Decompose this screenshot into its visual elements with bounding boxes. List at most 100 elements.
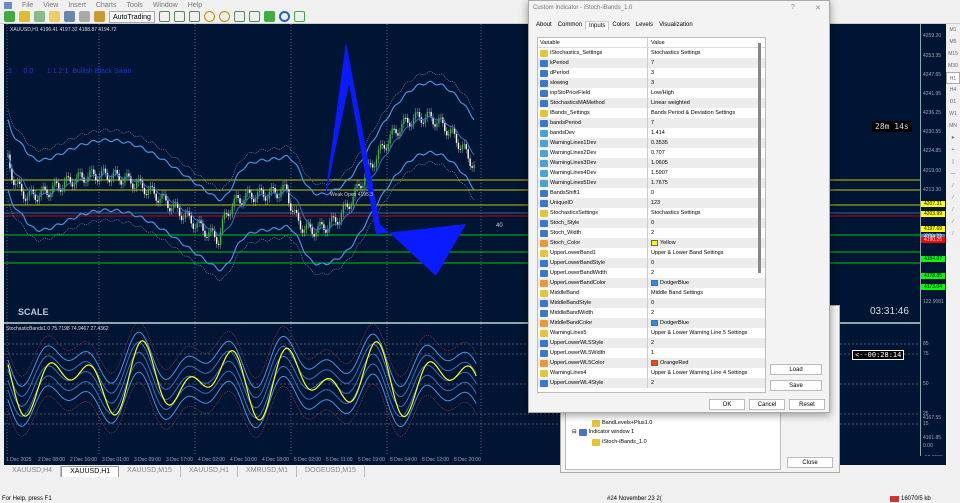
- timeframe-h4[interactable]: H4: [946, 84, 960, 96]
- param-value[interactable]: 3: [651, 68, 654, 78]
- timeframe-mn[interactable]: MN: [946, 120, 960, 132]
- menu-file[interactable]: File: [22, 2, 33, 9]
- inputs-table[interactable]: Variable Value iStochastics_Settings Stoch…: [537, 37, 766, 393]
- profiles-icon[interactable]: [19, 11, 30, 22]
- param-value[interactable]: Upper & Lower Warning Line 4 Settings: [651, 368, 747, 378]
- param-value[interactable]: 0.707: [651, 148, 665, 158]
- timeframe-m30[interactable]: M30: [946, 60, 960, 72]
- input-row[interactable]: dPeriod 3: [538, 68, 765, 78]
- dialog-tab-common[interactable]: Common: [555, 21, 585, 30]
- input-row[interactable]: UpperLowerBand1 Upper & Lower Band Settin…: [538, 248, 765, 258]
- dialog-tab-visualization[interactable]: Visualization: [656, 21, 696, 30]
- line-chart-icon[interactable]: [188, 11, 200, 22]
- menu-insert[interactable]: Insert: [68, 2, 86, 9]
- input-row[interactable]: Stoch_Style 0: [538, 218, 765, 228]
- table-scrollbar[interactable]: [758, 43, 761, 273]
- timeframe-w1[interactable]: W1: [946, 108, 960, 120]
- param-value[interactable]: 2: [651, 338, 654, 348]
- param-value[interactable]: 2: [651, 308, 654, 318]
- input-row[interactable]: UniqueID 123: [538, 198, 765, 208]
- input-row[interactable]: StochasticsMAMethod Linear weighted: [538, 98, 765, 108]
- param-value[interactable]: 1: [651, 348, 654, 358]
- autotrading-button[interactable]: AutoTrading: [109, 10, 155, 23]
- timeframe-m1[interactable]: M1: [946, 24, 960, 36]
- dialog-tab-levels[interactable]: Levels: [633, 21, 656, 30]
- text-tool-icon[interactable]: ⁄: [946, 216, 960, 228]
- input-row[interactable]: WarningLines3Dev 1.0605: [538, 158, 765, 168]
- input-row[interactable]: WarningLines5 Upper & Lower Warning Line …: [538, 328, 765, 338]
- fibo-tool-icon[interactable]: ⁄: [946, 204, 960, 216]
- cancel-button[interactable]: Cancel: [749, 399, 785, 410]
- param-value[interactable]: 123: [651, 198, 660, 208]
- input-row[interactable]: slowing 3: [538, 78, 765, 88]
- ok-button[interactable]: OK: [709, 399, 745, 410]
- menu-charts[interactable]: Charts: [96, 2, 117, 9]
- close-button[interactable]: Close: [787, 457, 833, 468]
- input-row[interactable]: WarningLines4 Upper & Lower Warning Line …: [538, 368, 765, 378]
- timeframe-m5[interactable]: M5: [946, 36, 960, 48]
- param-value[interactable]: OrangeRed: [660, 358, 688, 368]
- timeframe-h1[interactable]: H1: [946, 72, 960, 84]
- bar-chart-icon[interactable]: [158, 11, 170, 22]
- market-watch-icon[interactable]: [34, 11, 45, 22]
- periods-icon[interactable]: [278, 11, 290, 22]
- load-button[interactable]: Load: [770, 364, 822, 375]
- input-row[interactable]: UpperLowerWL5Width 1: [538, 348, 765, 358]
- param-value[interactable]: DodgerBlue: [660, 278, 689, 288]
- crosshair-tool-icon[interactable]: +: [946, 144, 960, 156]
- timeframe-m15[interactable]: M15: [946, 48, 960, 60]
- input-row[interactable]: MiddleBandWidth 2: [538, 308, 765, 318]
- dialog-tab-about[interactable]: About: [533, 21, 555, 30]
- input-row[interactable]: WarningLines4Dev 1.5907: [538, 168, 765, 178]
- input-row[interactable]: kPeriod 7: [538, 58, 765, 68]
- param-value[interactable]: Low/High: [651, 88, 674, 98]
- param-value[interactable]: DodgerBlue: [660, 318, 689, 328]
- input-row[interactable]: bandsPeriod 7: [538, 118, 765, 128]
- input-row[interactable]: WarningLines5Dev 1.7675: [538, 178, 765, 188]
- chart-tab[interactable]: XAUUSD,H1: [61, 466, 120, 477]
- param-value[interactable]: Upper & Lower Band Settings: [651, 248, 723, 258]
- chart-tab[interactable]: XAUUSD,M15: [119, 466, 181, 477]
- zoom-out-icon[interactable]: [218, 11, 230, 22]
- input-row[interactable]: Stoch_Width 2: [538, 228, 765, 238]
- chart-tab[interactable]: XAUUSD,H4: [4, 466, 62, 477]
- input-row[interactable]: Stoch_Color Yellow: [538, 238, 765, 248]
- input-row[interactable]: MiddleBand Middle Band Settings: [538, 288, 765, 298]
- param-value[interactable]: Upper & Lower Warning Line 5 Settings: [651, 328, 747, 338]
- param-value[interactable]: Bands Period & Deviation Settings: [651, 108, 735, 118]
- zoom-in-icon[interactable]: [203, 11, 215, 22]
- tree-item-istoch[interactable]: iStoch-iBands_1.0: [592, 439, 647, 446]
- tester-icon[interactable]: [79, 11, 90, 22]
- chart-tab[interactable]: XAUUSD,H1: [181, 466, 238, 477]
- vline-tool-icon[interactable]: |: [946, 156, 960, 168]
- input-row[interactable]: UpperLowerWL5Style 2: [538, 338, 765, 348]
- terminal-icon[interactable]: [64, 11, 75, 22]
- param-value[interactable]: 2: [651, 378, 654, 388]
- trendline-tool-icon[interactable]: ⁄: [946, 180, 960, 192]
- candlestick-icon[interactable]: [173, 11, 185, 22]
- input-row[interactable]: WarningLines2Dev 0.707: [538, 148, 765, 158]
- input-row[interactable]: WarningLines1Dev 0.3535: [538, 138, 765, 148]
- param-value[interactable]: Linear weighted: [651, 98, 690, 108]
- param-value[interactable]: 2: [651, 268, 654, 278]
- input-row[interactable]: MiddleBandStyle 0: [538, 298, 765, 308]
- menu-window[interactable]: Window: [153, 2, 178, 9]
- param-value[interactable]: 2: [651, 228, 654, 238]
- dialog-tab-inputs[interactable]: Inputs: [585, 21, 610, 30]
- input-row[interactable]: UpperLowerBandColor DodgerBlue: [538, 278, 765, 288]
- input-row[interactable]: UpperLowerBandWidth 2: [538, 268, 765, 278]
- auto-scroll-icon[interactable]: [233, 11, 245, 22]
- dialog-tab-colors[interactable]: Colors: [609, 21, 632, 30]
- reset-button[interactable]: Reset: [789, 399, 825, 410]
- tree-item-bandlevels[interactable]: BandLevels+Plus1.0: [592, 420, 652, 427]
- chart-shift-icon[interactable]: [248, 11, 260, 22]
- menu-view[interactable]: View: [43, 2, 58, 9]
- param-value[interactable]: 0.3535: [651, 138, 668, 148]
- label-tool-icon[interactable]: ⁄: [946, 228, 960, 240]
- help-button[interactable]: ?: [791, 4, 795, 11]
- price-axis[interactable]: 4259.20 4253.35 4247.65 4241.95 4236.25 4230.…: [920, 24, 946, 461]
- input-row[interactable]: StochasticsSettings Stochastics Settings: [538, 208, 765, 218]
- new-order-icon[interactable]: [94, 11, 105, 22]
- param-value[interactable]: 1.7675: [651, 178, 668, 188]
- param-value[interactable]: 0: [651, 218, 654, 228]
